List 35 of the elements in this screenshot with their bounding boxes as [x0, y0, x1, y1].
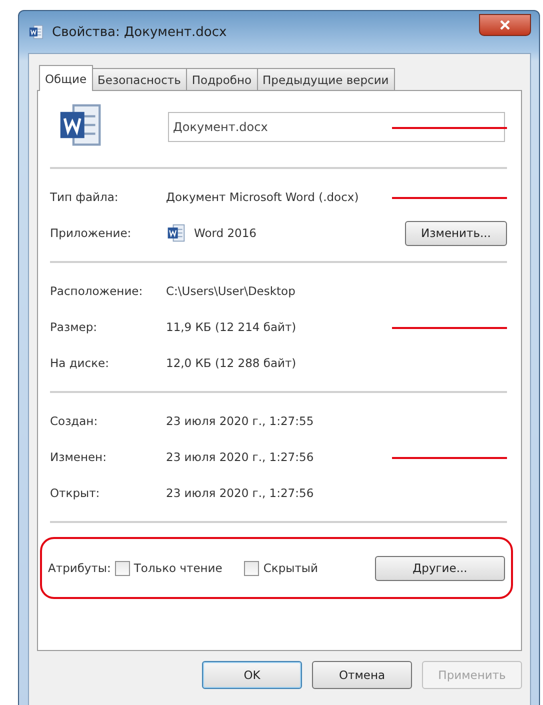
attributes-label: Атрибуты:: [48, 561, 111, 575]
window-title: Свойства: Документ.docx: [52, 24, 228, 40]
tab[interactable]: Предыдущие версии: [256, 68, 395, 90]
property-value: 11,9 КБ (12 214 байт): [166, 320, 296, 334]
checkbox-label: Только чтение: [134, 561, 222, 575]
dialog-button[interactable]: OK: [202, 661, 302, 689]
change-button[interactable]: Изменить...: [405, 220, 507, 246]
close-button[interactable]: [479, 14, 531, 36]
tab[interactable]: Подробно: [186, 68, 258, 90]
document-icon: [28, 24, 44, 40]
property-label: Создан:: [50, 414, 99, 428]
property-value: 12,0 КБ (12 288 байт): [166, 356, 296, 370]
document-icon: [166, 223, 186, 243]
checkbox-label: Скрытый: [263, 561, 318, 575]
property-value: 23 июля 2020 г., 1:27:56: [166, 486, 314, 500]
property-label: Размер:: [50, 320, 98, 334]
checkbox[interactable]: [244, 560, 260, 576]
property-value: C:\Users\User\Desktop: [166, 284, 296, 298]
property-label: На диске:: [50, 356, 110, 370]
checkbox[interactable]: [114, 560, 130, 576]
dialog-button[interactable]: Отмена: [312, 661, 412, 689]
property-label: Расположение:: [50, 284, 144, 298]
property-value: 23 июля 2020 г., 1:27:56: [166, 450, 314, 464]
close-icon: [499, 20, 511, 30]
file-name-field[interactable]: Документ.docx: [168, 112, 505, 142]
property-value: 23 июля 2020 г., 1:27:55: [166, 414, 314, 428]
advanced-button[interactable]: Другие...: [375, 556, 505, 580]
tab[interactable]: Безопасность: [92, 68, 187, 90]
property-label: Тип файла:: [50, 190, 120, 204]
app-name: Word 2016: [194, 226, 256, 240]
property-label: Открыт:: [50, 486, 101, 500]
property-label: Изменен:: [50, 450, 108, 464]
property-value: Документ Microsoft Word (.docx): [166, 190, 359, 204]
property-label: Приложение:: [50, 226, 132, 240]
tab[interactable]: Общие: [39, 65, 93, 91]
